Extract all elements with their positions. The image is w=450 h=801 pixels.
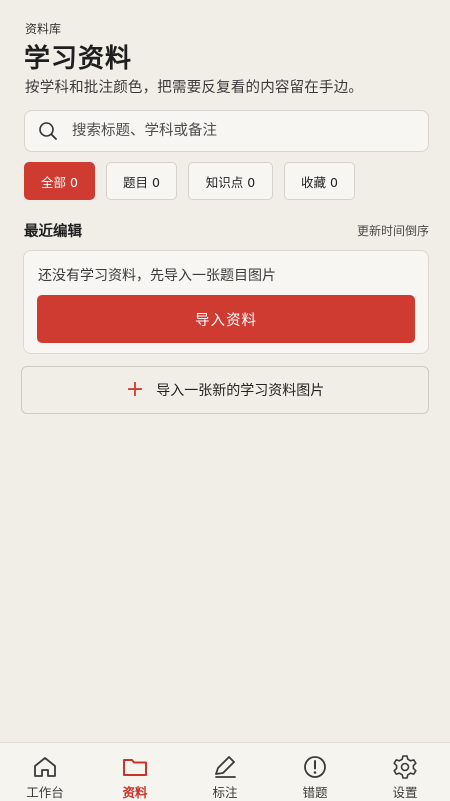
page-title: 学习资料 bbox=[24, 44, 133, 74]
sort-label[interactable]: 更新时间倒序 bbox=[357, 222, 429, 239]
alert-circle-icon bbox=[304, 756, 326, 778]
pencil-icon bbox=[215, 756, 236, 778]
tab-label: 工作台 bbox=[26, 785, 64, 800]
add-material-button[interactable]: + 导入一张新的学习资料图片 bbox=[21, 366, 429, 414]
folder-icon bbox=[123, 759, 147, 776]
empty-state-card: 还没有学习资料，先导入一张题目图片 导入资料 bbox=[23, 250, 429, 354]
home-icon bbox=[34, 757, 56, 777]
tab-workbench[interactable]: 工作台 bbox=[0, 743, 90, 801]
filter-chip-knowledge[interactable]: 知识点 0 bbox=[188, 162, 273, 200]
plus-icon: + bbox=[125, 377, 145, 402]
filter-chips: 全部 0 题目 0 知识点 0 收藏 0 bbox=[24, 162, 366, 200]
add-material-label: 导入一张新的学习资料图片 bbox=[156, 383, 325, 399]
tab-label: 标注 bbox=[212, 785, 238, 800]
filter-chip-all[interactable]: 全部 0 bbox=[24, 162, 95, 200]
gear-icon bbox=[393, 755, 417, 779]
tab-materials[interactable]: 资料 bbox=[90, 743, 180, 801]
tab-label: 设置 bbox=[392, 785, 418, 800]
page-subtitle: 按学科和批注颜色，把需要反复看的内容留在手边。 bbox=[25, 80, 364, 96]
filter-chip-questions[interactable]: 题目 0 bbox=[106, 162, 177, 200]
search-icon bbox=[38, 121, 58, 141]
search-bar[interactable] bbox=[24, 110, 429, 152]
search-input[interactable] bbox=[70, 122, 394, 140]
empty-state-text: 还没有学习资料，先导入一张题目图片 bbox=[38, 268, 276, 284]
tab-mistakes[interactable]: 错题 bbox=[270, 743, 360, 801]
eyebrow-label: 资料库 bbox=[25, 22, 62, 36]
bottom-tab-bar: 工作台 资料 标注 错题 设置 bbox=[0, 742, 450, 801]
filter-chip-favorites[interactable]: 收藏 0 bbox=[284, 162, 355, 200]
recent-section-header: 最近编辑 更新时间倒序 bbox=[24, 220, 429, 241]
tab-label: 错题 bbox=[302, 785, 328, 800]
tab-label: 资料 bbox=[122, 785, 148, 800]
import-button[interactable]: 导入资料 bbox=[37, 295, 415, 343]
tab-settings[interactable]: 设置 bbox=[360, 743, 450, 801]
tab-annotate[interactable]: 标注 bbox=[180, 743, 270, 801]
section-title: 最近编辑 bbox=[24, 224, 82, 240]
